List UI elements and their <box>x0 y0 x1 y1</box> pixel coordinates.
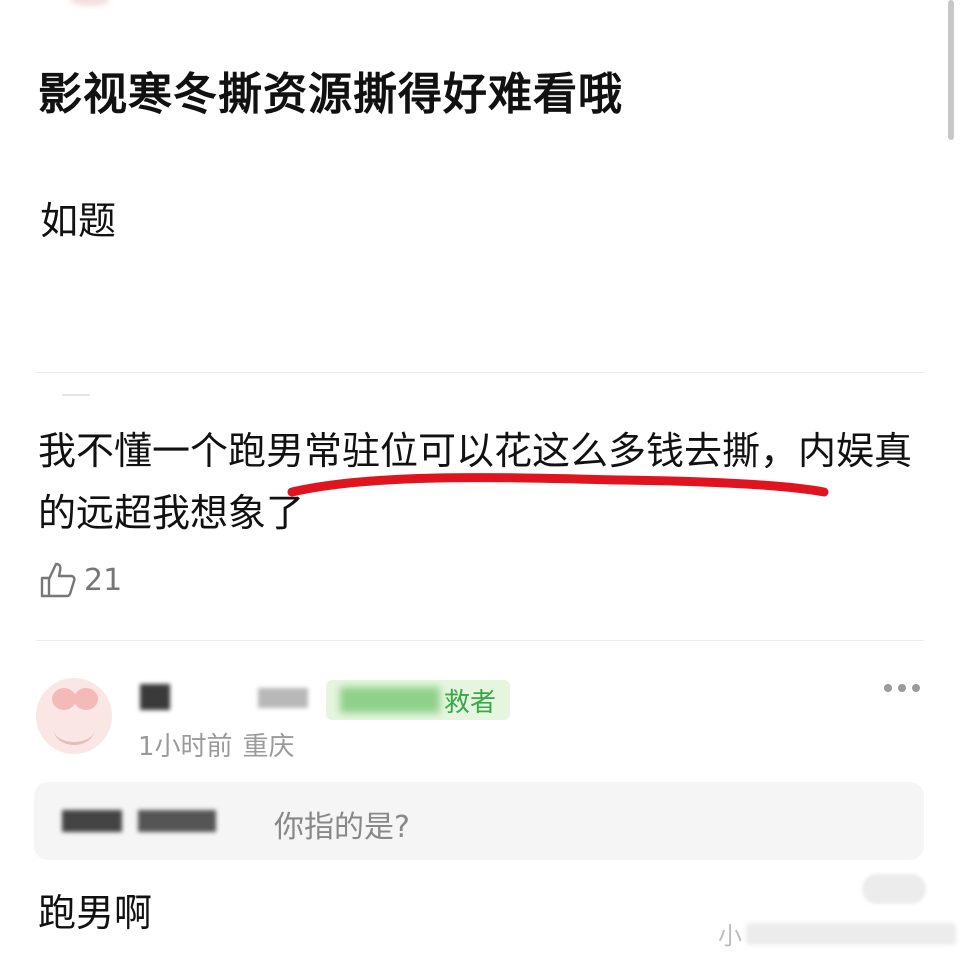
decorative-mark <box>62 394 90 396</box>
comment-meta: 1小时前 重庆 <box>138 726 295 763</box>
username-redacted[interactable] <box>140 684 170 710</box>
faint-badge <box>862 874 926 904</box>
post-title: 影视寒冬撕资源撕得好难看哦 <box>38 69 623 120</box>
avatar[interactable] <box>36 678 112 754</box>
avatar-edge-blur <box>70 0 110 6</box>
scrollbar[interactable] <box>948 0 954 140</box>
post-body: 如题 <box>40 199 117 243</box>
quoted-text: 你指的是? <box>274 810 410 845</box>
more-options-icon[interactable] <box>884 684 920 692</box>
username-redacted-2 <box>258 688 308 708</box>
quoted-reply: 你指的是? <box>34 782 924 860</box>
comment-time: 1小时前 <box>138 732 233 762</box>
like-count: 21 <box>84 562 123 598</box>
watermark: 小 <box>718 916 956 951</box>
reply-text: 跑男啊 <box>38 891 153 935</box>
thumbs-up-icon <box>40 562 76 598</box>
user-badge: 救者 <box>326 680 511 720</box>
comment-text: 我不懂一个跑男常驻位可以花这么多钱去撕，内娱真的远超我想象了 <box>38 429 913 535</box>
like-button[interactable]: 21 <box>38 560 122 600</box>
comment-location: 重庆 <box>242 732 295 762</box>
divider <box>36 640 924 641</box>
divider <box>36 372 924 373</box>
